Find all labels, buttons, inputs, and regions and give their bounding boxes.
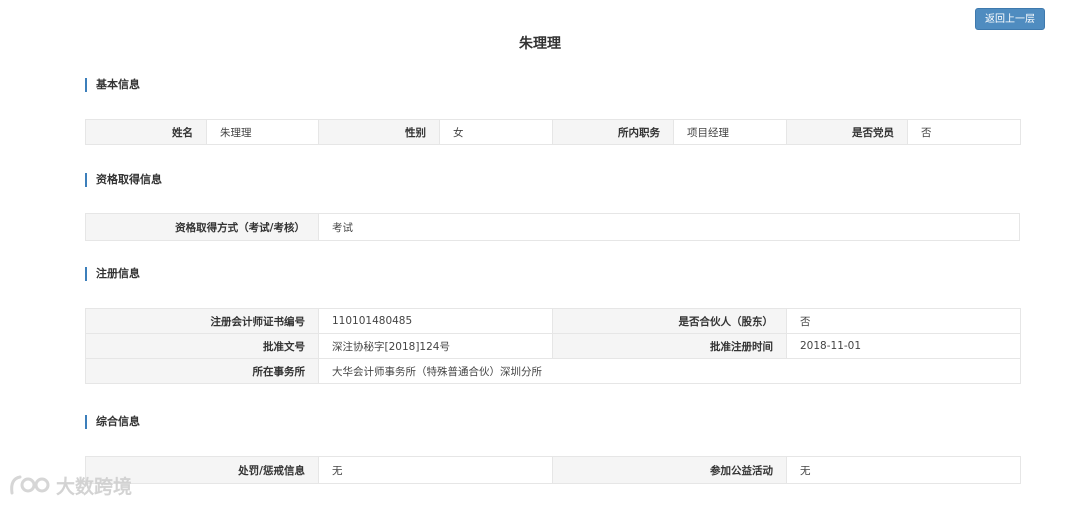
watermark-text: 大数跨境 (56, 475, 133, 498)
qualification-table: 资格取得方式（考试/考核） 考试 (85, 213, 1020, 241)
page-title: 朱理理 (519, 36, 561, 52)
penalty-value: 无 (318, 456, 553, 484)
gender-label: 性别 (318, 119, 440, 145)
approval-number-label: 批准文号 (85, 333, 319, 359)
partner-value: 否 (786, 308, 1021, 334)
cert-number-label: 注册会计师证书编号 (85, 308, 319, 334)
position-value: 项目经理 (673, 119, 787, 145)
basic-info-table: 姓名 朱理理 性别 女 所内职务 项目经理 是否党员 否 (85, 119, 1021, 145)
partner-label: 是否合伙人（股东） (552, 308, 787, 334)
section-title-general: 综合信息 (85, 415, 140, 429)
firm-value: 大华会计师事务所（特殊普通合伙）深圳分所 (318, 358, 1021, 384)
table-row: 所在事务所 大华会计师事务所（特殊普通合伙）深圳分所 (85, 358, 1021, 384)
watermark-logo-icon (10, 475, 50, 495)
back-button[interactable]: 返回上一层 (975, 8, 1045, 30)
party-member-label: 是否党员 (786, 119, 908, 145)
general-table: 处罚/惩戒信息 无 参加公益活动 无 (85, 456, 1021, 484)
party-member-value: 否 (907, 119, 1021, 145)
charity-value: 无 (786, 456, 1021, 484)
name-label: 姓名 (85, 119, 207, 145)
approval-date-value: 2018-11-01 (786, 333, 1021, 359)
table-row: 资格取得方式（考试/考核） 考试 (85, 213, 1020, 241)
charity-label: 参加公益活动 (552, 456, 787, 484)
position-label: 所内职务 (552, 119, 674, 145)
section-title-registration: 注册信息 (85, 267, 140, 281)
table-row: 批准文号 深注协秘字[2018]124号 批准注册时间 2018-11-01 (85, 333, 1021, 359)
section-title-basic: 基本信息 (85, 78, 140, 92)
qualification-method-label: 资格取得方式（考试/考核） (85, 213, 319, 241)
approval-number-value: 深注协秘字[2018]124号 (318, 333, 553, 359)
cert-number-value: 110101480485 (318, 308, 553, 334)
table-row: 注册会计师证书编号 110101480485 是否合伙人（股东） 否 (85, 308, 1021, 334)
table-row: 处罚/惩戒信息 无 参加公益活动 无 (85, 456, 1021, 484)
gender-value: 女 (439, 119, 553, 145)
firm-label: 所在事务所 (85, 358, 319, 384)
approval-date-label: 批准注册时间 (552, 333, 787, 359)
watermark: 大数跨境 (8, 470, 132, 500)
section-title-qualification: 资格取得信息 (85, 173, 162, 187)
table-row: 姓名 朱理理 性别 女 所内职务 项目经理 是否党员 否 (85, 119, 1021, 145)
qualification-method-value: 考试 (318, 213, 1020, 241)
registration-table: 注册会计师证书编号 110101480485 是否合伙人（股东） 否 批准文号 … (85, 308, 1021, 384)
name-value: 朱理理 (206, 119, 319, 145)
